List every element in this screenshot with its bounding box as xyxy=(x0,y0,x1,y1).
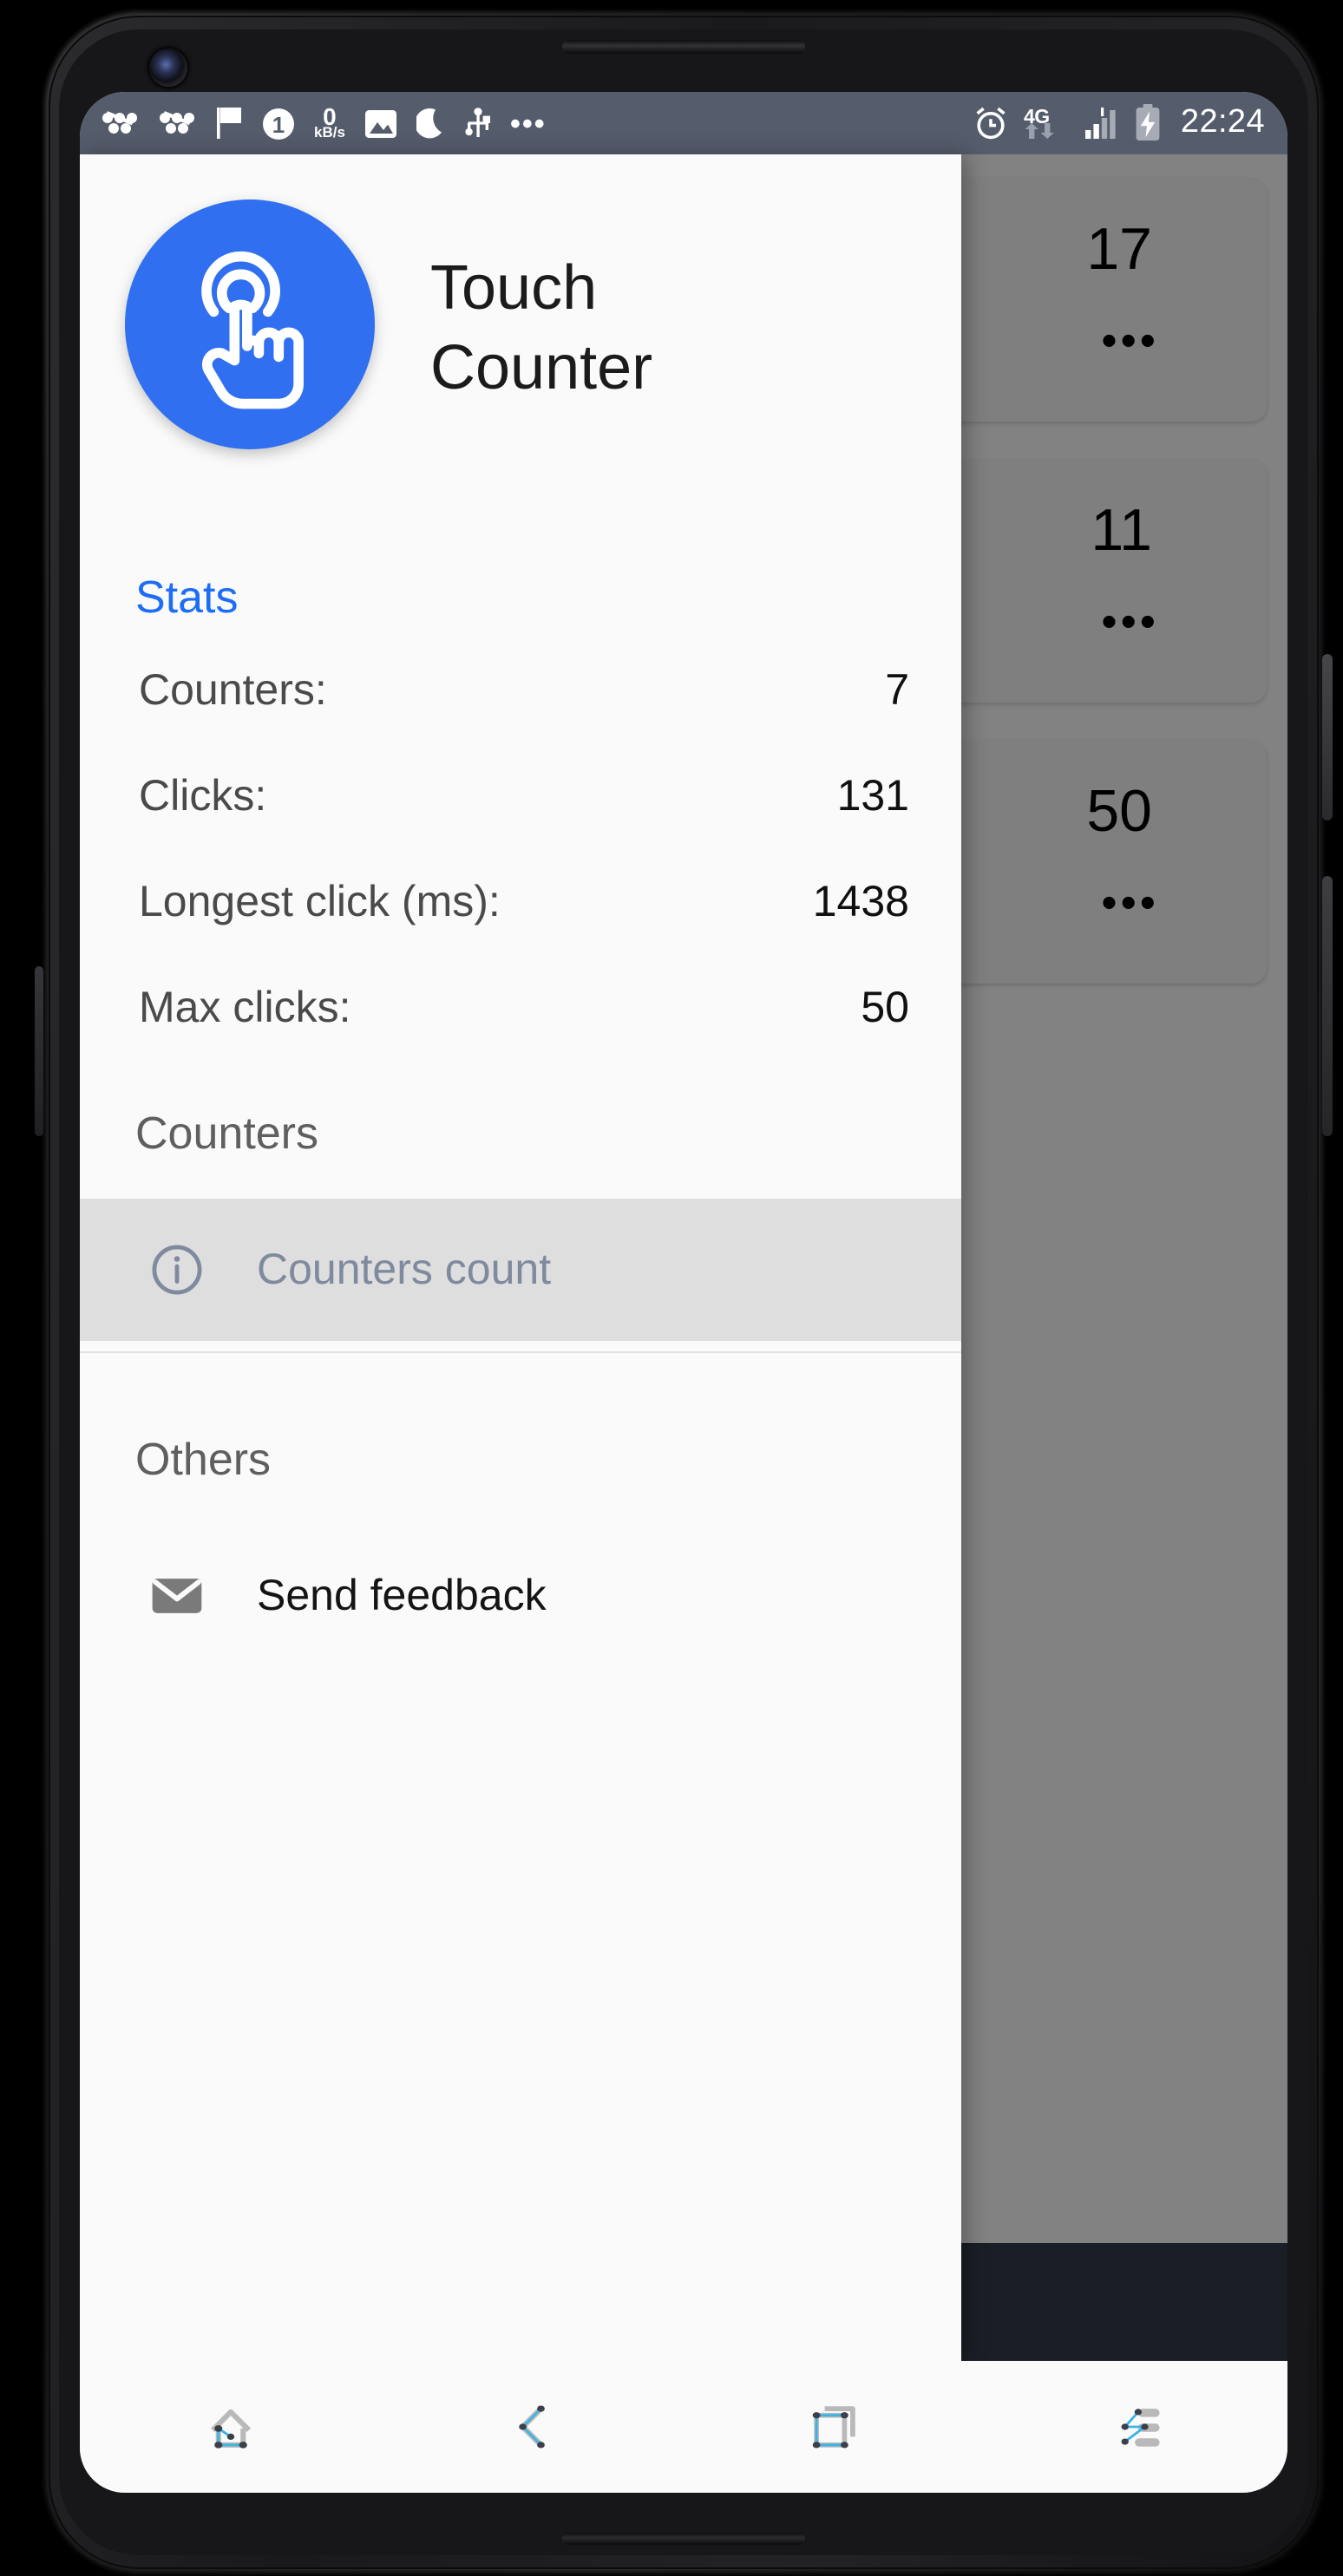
app-title-line1: Touch xyxy=(430,252,598,323)
others-item-list: Send feedback xyxy=(80,1525,961,1667)
app-title: Touch Counter xyxy=(430,248,652,408)
stat-row: Counters: 7 xyxy=(139,666,909,716)
sync-dots-icon-2 xyxy=(160,111,194,134)
alarm-icon xyxy=(977,107,1006,140)
stat-value: 50 xyxy=(861,984,909,1032)
stat-label: Longest click (ms): xyxy=(139,878,501,926)
home-button[interactable] xyxy=(80,2394,382,2460)
status-bar: 1 0 kB/s ••• 4G 22:24 xyxy=(80,92,1287,154)
stat-label: Max clicks: xyxy=(139,984,351,1032)
power-button[interactable] xyxy=(1322,654,1333,821)
others-section-heading: Others xyxy=(135,1433,272,1485)
stat-row: Longest click (ms): 1438 xyxy=(139,878,909,928)
sidebar-item-counters-count[interactable]: Counters count xyxy=(80,1199,961,1341)
back-button[interactable] xyxy=(382,2394,684,2460)
sync-dots-icon xyxy=(102,111,137,134)
info-circle-icon xyxy=(142,1240,212,1299)
envelope-icon xyxy=(142,1566,212,1625)
stats-section-heading: Stats xyxy=(135,571,239,623)
stat-row: Clicks: 131 xyxy=(139,772,909,822)
flag-icon xyxy=(217,108,241,139)
status-bar-left-icons: 1 0 kB/s ••• xyxy=(101,103,974,141)
battery-charging-icon xyxy=(1137,104,1161,141)
more-notifications-icon: ••• xyxy=(509,107,547,140)
navigation-drawer: Touch Counter Stats Counters: 7 Clicks: … xyxy=(80,154,961,2361)
stat-row: Max clicks: 50 xyxy=(139,984,909,1034)
app-logo xyxy=(125,199,375,449)
others-section: Others Send feedback xyxy=(80,1426,961,1667)
status-bar-right-icons: 4G 22:24 xyxy=(974,104,1265,142)
recents-button[interactable] xyxy=(684,2394,986,2460)
counters-item-list: Counters count xyxy=(80,1199,961,1341)
do-not-disturb-icon xyxy=(416,108,442,138)
stat-label: Clicks: xyxy=(139,772,267,821)
stat-value: 131 xyxy=(836,772,909,821)
list-menu-icon xyxy=(1121,2409,1160,2447)
app-title-line2: Counter xyxy=(430,331,653,403)
front-camera xyxy=(149,49,187,87)
home-icon xyxy=(210,2409,252,2449)
usb-icon xyxy=(465,107,490,136)
sidebar-item-label: Counters count xyxy=(257,1245,552,1293)
stat-value: 1438 xyxy=(812,878,909,926)
sidebar-item-label: Send feedback xyxy=(257,1571,547,1619)
drawer-header: Touch Counter xyxy=(80,154,961,564)
left-side-button[interactable] xyxy=(35,966,43,1136)
svg-text:1: 1 xyxy=(272,111,285,137)
sidebar-item-send-feedback[interactable]: Send feedback xyxy=(80,1525,961,1667)
stat-value: 7 xyxy=(885,666,909,715)
network-speed-icon: 0 kB/s xyxy=(314,103,345,141)
counters-section: Counters Counters count xyxy=(80,1100,961,1353)
stats-list: Counters: 7 Clicks: 131 Longest click (m… xyxy=(80,624,961,1034)
counters-section-heading: Counters xyxy=(135,1107,318,1159)
touch-gesture-icon xyxy=(201,251,304,409)
overview-squares-icon xyxy=(812,2406,855,2449)
phone-device: 4 ago 17 ••• 3 ago 11 ••• 2 ago 50 ••• xyxy=(35,9,1333,2576)
menu-button[interactable] xyxy=(986,2394,1287,2460)
earpiece-speaker xyxy=(562,40,805,54)
network-speed-unit: kB/s xyxy=(314,123,345,141)
screenshot-icon xyxy=(364,109,396,137)
drawer-divider xyxy=(80,1351,961,1353)
phone-screen: 4 ago 17 ••• 3 ago 11 ••• 2 ago 50 ••• xyxy=(80,92,1287,2493)
system-navigation-bar xyxy=(80,2361,1287,2493)
chevron-left-icon xyxy=(519,2405,545,2449)
status-bar-clock: 22:24 xyxy=(1180,104,1265,141)
one-badge-icon: 1 xyxy=(263,108,294,139)
volume-button[interactable] xyxy=(1322,876,1333,1136)
stat-label: Counters: xyxy=(139,666,327,715)
bottom-speaker xyxy=(562,2533,805,2545)
mobile-network-icon: 4G xyxy=(1025,106,1070,141)
signal-strength-icon xyxy=(1085,108,1117,139)
